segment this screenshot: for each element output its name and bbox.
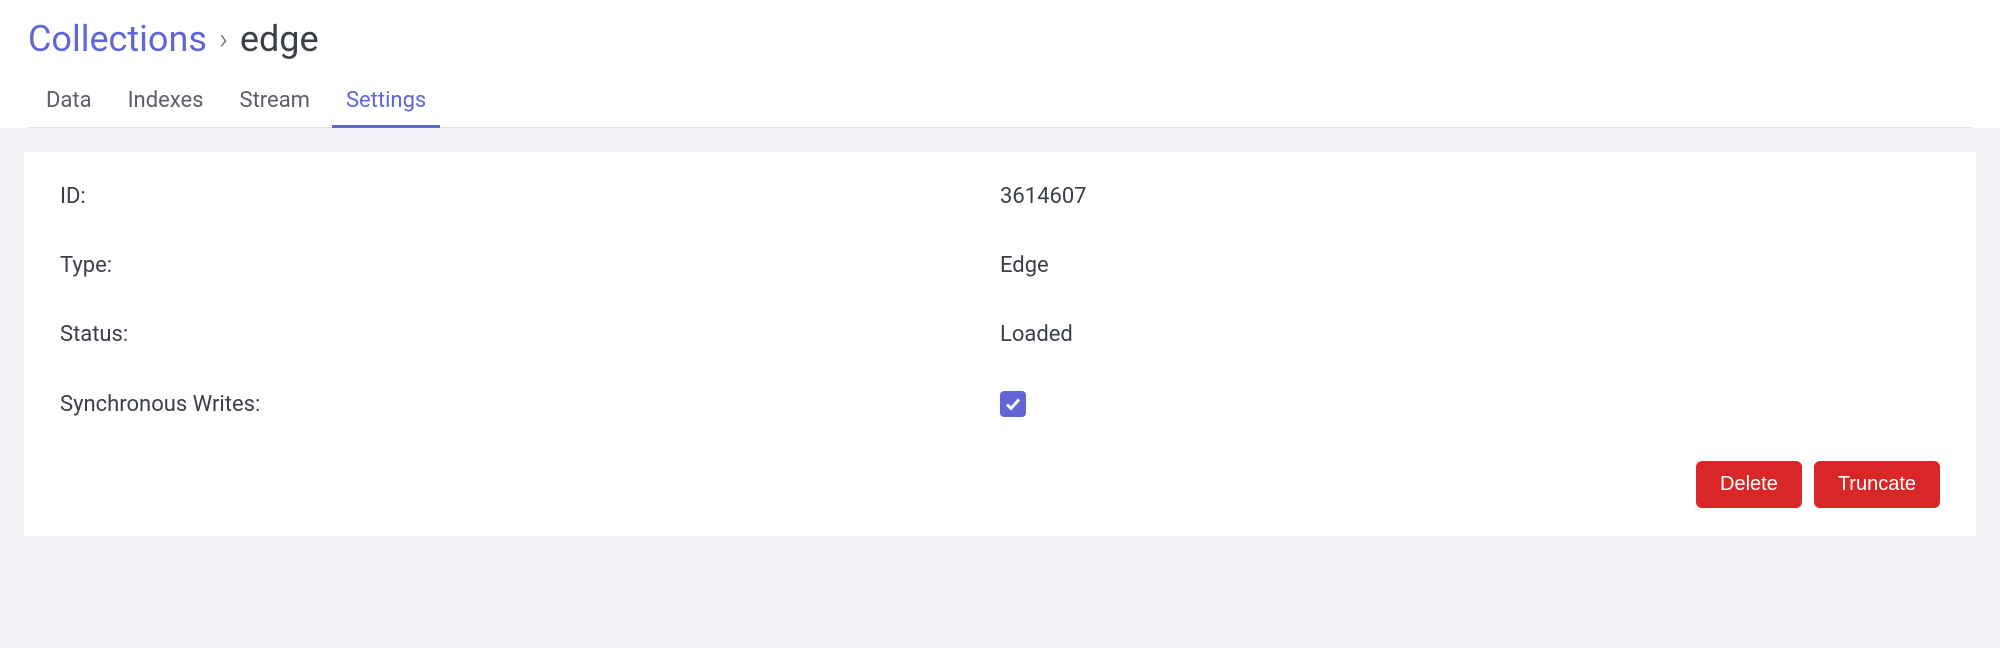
field-status: Status: Loaded (60, 322, 1940, 347)
sync-writes-checkbox[interactable] (1000, 391, 1026, 417)
field-id: ID: 3614607 (60, 184, 1940, 209)
delete-button[interactable]: Delete (1696, 461, 1802, 508)
field-sync-writes-label: Synchronous Writes: (60, 392, 1000, 417)
breadcrumb-collections-link[interactable]: Collections (28, 18, 207, 60)
tab-settings[interactable]: Settings (346, 88, 426, 127)
tab-data[interactable]: Data (46, 88, 92, 127)
tabs: Data Indexes Stream Settings (28, 88, 1972, 128)
field-status-value: Loaded (1000, 322, 1073, 347)
tab-stream[interactable]: Stream (240, 88, 310, 127)
field-type-value: Edge (1000, 253, 1049, 278)
settings-panel: ID: 3614607 Type: Edge Status: Loaded Sy… (24, 152, 1976, 536)
field-sync-writes: Synchronous Writes: (60, 391, 1940, 417)
check-icon (1005, 396, 1021, 412)
field-id-value: 3614607 (1000, 184, 1087, 209)
field-id-label: ID: (60, 184, 1000, 209)
field-status-label: Status: (60, 322, 1000, 347)
truncate-button[interactable]: Truncate (1814, 461, 1940, 508)
breadcrumb-current: edge (240, 18, 319, 60)
field-type-label: Type: (60, 253, 1000, 278)
tab-indexes[interactable]: Indexes (128, 88, 204, 127)
breadcrumb: Collections › edge (28, 18, 1972, 60)
field-type: Type: Edge (60, 253, 1940, 278)
chevron-right-icon: › (219, 22, 228, 57)
